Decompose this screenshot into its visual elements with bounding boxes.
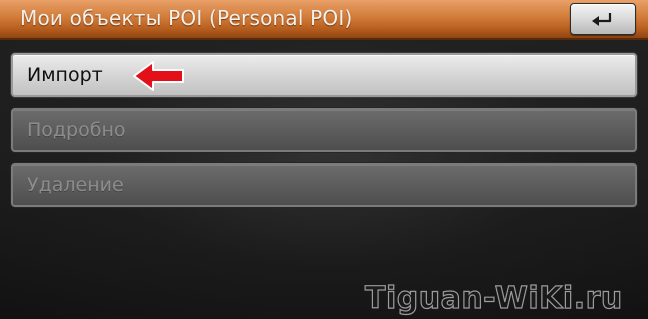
menu-item-label: Подробно — [27, 119, 126, 141]
navigation-screen: Мои объекты POI (Personal POI) Импорт По… — [0, 0, 648, 319]
title-bar: Мои объекты POI (Personal POI) — [0, 0, 648, 40]
red-arrow-left-icon — [133, 61, 184, 91]
return-arrow-icon — [592, 13, 612, 26]
page-title: Мои объекты POI (Personal POI) — [20, 6, 353, 30]
menu-item-label: Импорт — [27, 64, 103, 86]
menu-item-label: Удаление — [27, 174, 124, 196]
menu-item-import[interactable]: Импорт — [11, 53, 637, 97]
site-watermark: Tiguan-WiKi.ru — [364, 280, 623, 316]
back-button[interactable] — [570, 3, 636, 35]
menu-item-delete: Удаление — [11, 163, 637, 207]
menu-item-details: Подробно — [11, 108, 637, 152]
